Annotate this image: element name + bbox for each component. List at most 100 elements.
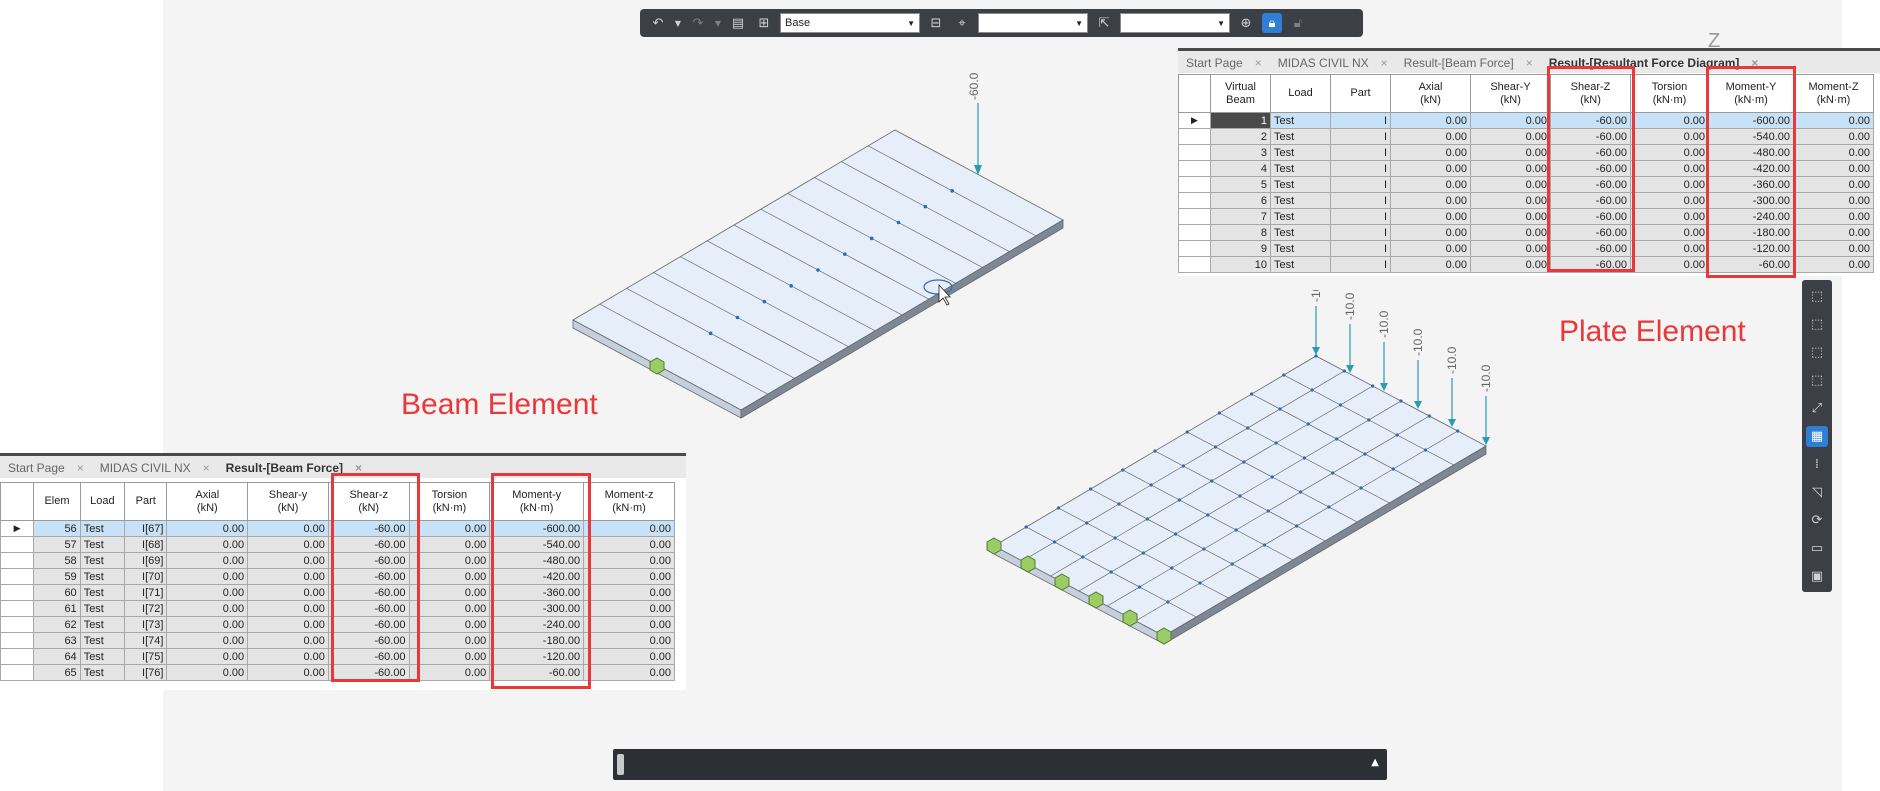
table-cell[interactable]: 65 — [33, 664, 81, 681]
table-cell[interactable]: 0.00 — [1630, 256, 1709, 273]
table-cell[interactable]: 0.00 — [247, 600, 329, 617]
lock-icon[interactable]: 🔒︎ — [1262, 13, 1282, 33]
node-dot[interactable] — [1367, 418, 1371, 422]
table-cell[interactable]: I — [1330, 192, 1391, 209]
table-cell[interactable]: 0.00 — [247, 632, 329, 649]
hierarchy-icon[interactable]: ⊟ — [926, 13, 946, 33]
node-dot[interactable] — [1302, 456, 1306, 460]
row-selector[interactable] — [1178, 240, 1211, 257]
table-cell[interactable]: 0.00 — [1630, 192, 1709, 209]
table-cell[interactable]: I[71] — [124, 584, 168, 601]
column-header[interactable]: Torsion (kN·m) — [408, 482, 491, 521]
table-cell[interactable]: Test — [79, 664, 126, 681]
node-dot[interactable] — [1085, 521, 1089, 525]
node-dot[interactable] — [1202, 547, 1206, 551]
close-icon[interactable]: × — [1381, 56, 1388, 70]
node-dot[interactable] — [1266, 509, 1270, 513]
table-cell[interactable]: 0.00 — [583, 536, 675, 553]
row-selector[interactable]: ▶ — [1178, 112, 1211, 129]
node-dot[interactable] — [1395, 433, 1399, 437]
column-header[interactable]: Torsion (kN·m) — [1630, 74, 1709, 113]
node-dot[interactable] — [1246, 426, 1250, 430]
table-cell[interactable]: I[73] — [124, 616, 168, 633]
table-cell[interactable]: 0.00 — [1390, 112, 1471, 129]
table-cell[interactable]: Test — [79, 568, 126, 585]
table-cell[interactable]: Test — [79, 520, 126, 537]
tab-start-page[interactable]: Start Page × — [0, 461, 92, 478]
table-cell[interactable]: 0.00 — [583, 616, 675, 633]
table-cell[interactable]: I — [1330, 224, 1391, 241]
node-dot[interactable] — [1153, 449, 1157, 453]
table-cell[interactable]: 0.00 — [166, 600, 249, 617]
front-view-icon[interactable]: ⬚ — [1806, 314, 1828, 335]
table-cell[interactable]: 0.00 — [1630, 144, 1709, 161]
dropdown-arrow-icon[interactable]: ▼ — [674, 13, 682, 33]
table-cell[interactable]: 1 — [1210, 112, 1271, 129]
table-cell[interactable]: 0.00 — [1630, 160, 1709, 177]
table-cell[interactable]: 0.00 — [1390, 240, 1471, 257]
row-selector[interactable] — [1178, 208, 1211, 225]
table-cell[interactable]: 56 — [33, 520, 81, 537]
table-cell[interactable]: Test — [1270, 176, 1331, 193]
node-dot[interactable] — [1149, 483, 1153, 487]
table-cell[interactable]: 0.00 — [1470, 256, 1551, 273]
table-cell[interactable]: 0.00 — [1470, 240, 1551, 257]
node-dot[interactable] — [1371, 384, 1375, 388]
zoom-fit-icon[interactable]: ⤢ — [1806, 398, 1828, 419]
row-selector[interactable] — [0, 648, 35, 665]
table-cell[interactable]: 0.00 — [247, 648, 329, 665]
column-header[interactable]: Moment-Z (kN·m) — [1793, 74, 1874, 113]
node-dot[interactable] — [1359, 486, 1363, 490]
node-dot[interactable] — [1363, 452, 1367, 456]
side-view-icon[interactable]: ⬚ — [1806, 342, 1828, 363]
table-cell[interactable]: 0.00 — [408, 520, 491, 537]
table-cell[interactable]: 2 — [1210, 128, 1271, 145]
node-dot[interactable] — [1327, 505, 1331, 509]
node-dot[interactable] — [1170, 566, 1174, 570]
table-cell[interactable]: Test — [79, 536, 126, 553]
node-dot[interactable] — [1113, 536, 1117, 540]
node-number-icon[interactable]: ⁞ — [1806, 454, 1828, 475]
structure-group-icon[interactable]: ⊞ — [754, 13, 774, 33]
row-selector[interactable] — [1178, 128, 1211, 145]
table-cell[interactable]: 0.00 — [247, 584, 329, 601]
node-dot[interactable] — [1456, 429, 1460, 433]
node-dot[interactable] — [1230, 562, 1234, 566]
table-cell[interactable]: 0.00 — [1470, 160, 1551, 177]
node-dot[interactable] — [1217, 411, 1221, 415]
table-cell[interactable]: 0.00 — [408, 648, 491, 665]
table-cell[interactable]: 0.00 — [1793, 176, 1874, 193]
column-header[interactable]: Virtual Beam — [1210, 74, 1271, 113]
node-dot[interactable] — [1121, 468, 1125, 472]
node-dot[interactable] — [1137, 585, 1142, 589]
table-cell[interactable]: Test — [79, 632, 126, 649]
table-cell[interactable]: 0.00 — [1793, 144, 1874, 161]
table-cell[interactable]: 0.00 — [583, 632, 675, 649]
table-cell[interactable]: 0.00 — [166, 616, 249, 633]
table-cell[interactable]: Test — [79, 648, 126, 665]
table-cell[interactable]: 0.00 — [247, 568, 329, 585]
table-cell[interactable]: I — [1330, 176, 1391, 193]
node-dot[interactable] — [1024, 525, 1028, 529]
row-selector[interactable] — [0, 536, 35, 553]
table-cell[interactable]: 0.00 — [166, 552, 249, 569]
table-cell[interactable]: I[74] — [124, 632, 168, 649]
expand-up-icon[interactable]: ▲ — [1371, 757, 1379, 768]
node-dot[interactable] — [1331, 471, 1335, 475]
close-icon[interactable]: × — [1255, 56, 1262, 70]
node-dot[interactable] — [1338, 403, 1343, 407]
row-selector[interactable] — [0, 552, 35, 569]
selection-select[interactable]: ▼ — [1120, 13, 1230, 33]
close-icon[interactable]: × — [1526, 56, 1533, 70]
table-cell[interactable]: 0.00 — [1793, 224, 1874, 241]
table-cell[interactable]: 0.00 — [1390, 128, 1471, 145]
table-cell[interactable]: I — [1330, 160, 1391, 177]
table-cell[interactable]: 0.00 — [583, 600, 675, 617]
table-cell[interactable]: 0.00 — [583, 648, 675, 665]
node-dot[interactable] — [1298, 490, 1303, 494]
column-header[interactable]: Moment-z (kN·m) — [583, 482, 675, 521]
node-dot[interactable] — [1052, 540, 1057, 544]
table-cell[interactable]: 62 — [33, 616, 81, 633]
zoom-search-icon[interactable]: ⊕ — [1236, 13, 1256, 33]
column-header[interactable]: Load — [79, 482, 126, 521]
